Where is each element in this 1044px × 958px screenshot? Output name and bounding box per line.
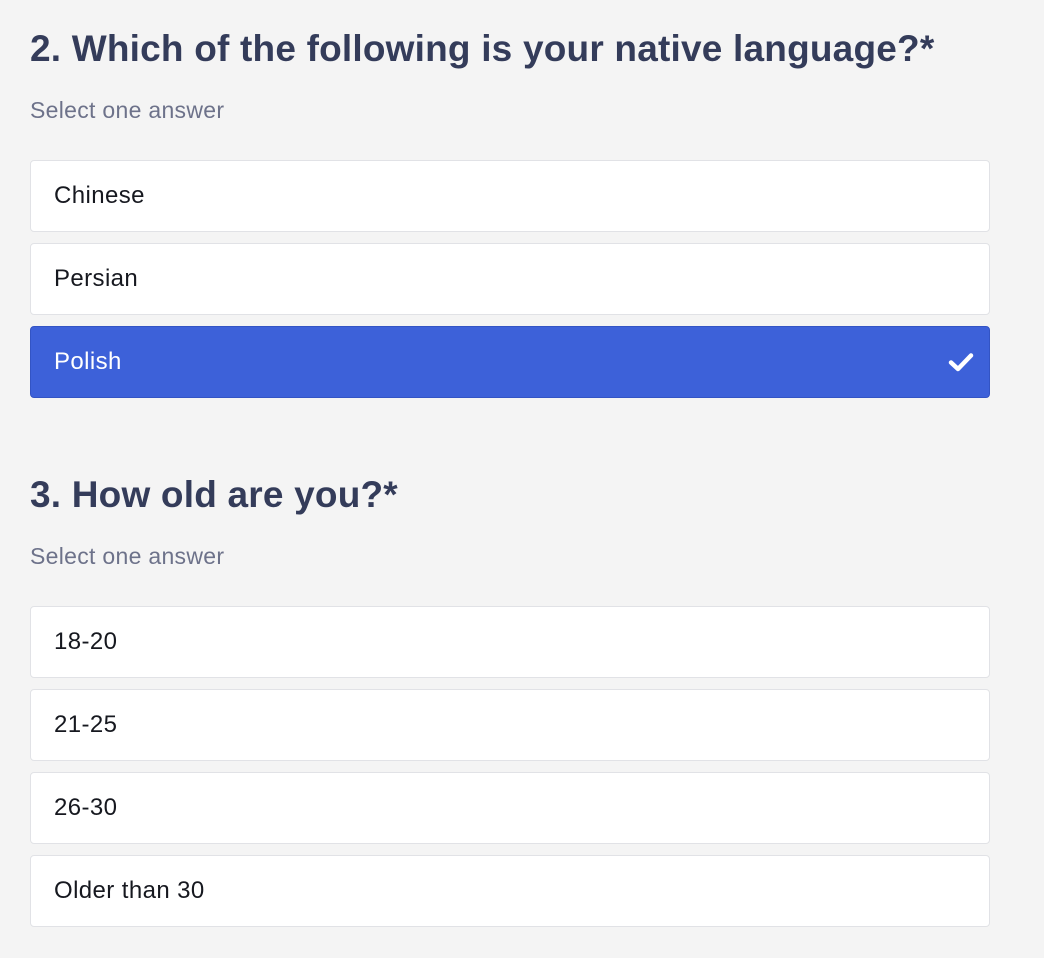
answer-options: 18-20 21-25 26-30 Older than 30 xyxy=(30,606,990,927)
question-age: 3. How old are you?* Select one answer 1… xyxy=(30,468,990,938)
option-label: Persian xyxy=(54,265,139,292)
option-26-30[interactable]: 26-30 xyxy=(30,772,990,844)
option-persian[interactable]: Persian xyxy=(30,243,990,315)
answer-options: Chinese Persian Polish xyxy=(30,160,990,398)
option-polish[interactable]: Polish xyxy=(30,326,990,398)
question-native-language: 2. Which of the following is your native… xyxy=(30,22,990,409)
option-label: 21-25 xyxy=(54,711,118,738)
option-label: 26-30 xyxy=(54,794,118,821)
question-instructions: Select one answer xyxy=(30,543,225,569)
option-label: 18-20 xyxy=(54,628,118,655)
option-label: Polish xyxy=(54,348,122,375)
option-21-25[interactable]: 21-25 xyxy=(30,689,990,761)
check-icon xyxy=(948,353,974,372)
survey-page: 2. Which of the following is your native… xyxy=(0,0,1044,958)
option-label: Chinese xyxy=(54,182,145,209)
question-instructions: Select one answer xyxy=(30,97,225,123)
option-18-20[interactable]: 18-20 xyxy=(30,606,990,678)
question-title: 2. Which of the following is your native… xyxy=(30,28,935,69)
option-chinese[interactable]: Chinese xyxy=(30,160,990,232)
option-label: Older than 30 xyxy=(54,877,205,904)
option-older-than-30[interactable]: Older than 30 xyxy=(30,855,990,927)
question-title: 3. How old are you?* xyxy=(30,474,398,515)
